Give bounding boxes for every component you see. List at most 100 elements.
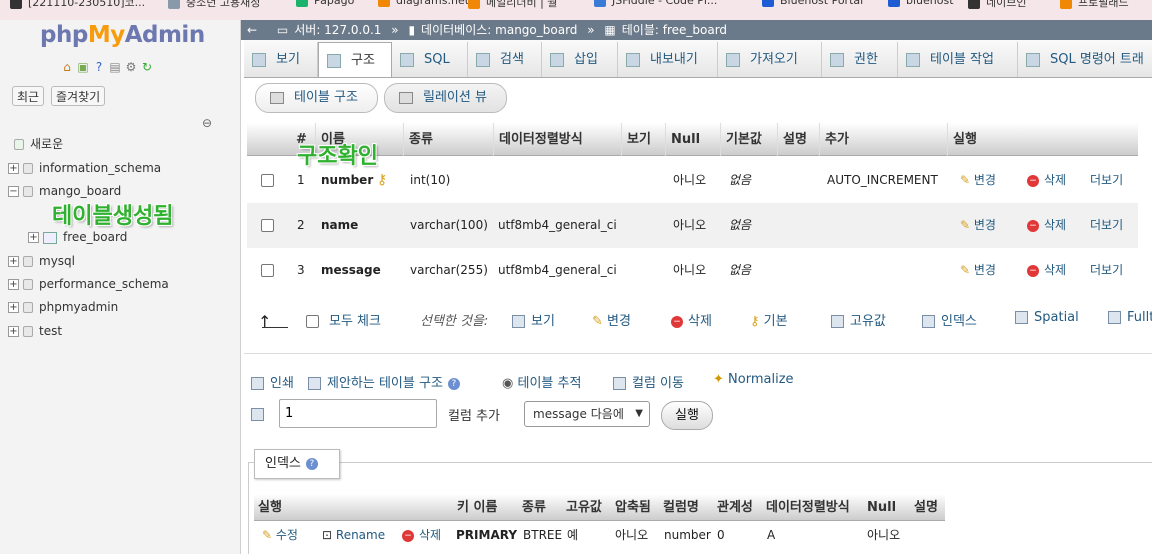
column-count-input[interactable] [279, 399, 437, 428]
delete-button[interactable]: − 삭제 [1027, 158, 1066, 203]
propose-structure-link[interactable]: 제안하는 테이블 구조? [308, 372, 460, 391]
help-icon[interactable]: ? [447, 377, 460, 390]
expand-icon[interactable]: + [8, 302, 19, 313]
print-link[interactable]: 인쇄 [251, 372, 294, 391]
gear-icon[interactable]: ⚙ [124, 60, 138, 74]
expand-icon[interactable]: + [8, 256, 19, 267]
col-header-extra[interactable]: 추가 [820, 123, 948, 156]
row-checkbox[interactable] [261, 248, 274, 293]
tab-export[interactable]: 내보내기 [618, 42, 718, 77]
col-header-type[interactable]: 종류 [404, 123, 494, 156]
expand-icon[interactable]: + [8, 279, 19, 290]
phpmyadmin-logo[interactable]: phpMyAdmin [40, 22, 205, 48]
col-header-comment[interactable]: 설명 [778, 123, 820, 156]
bulk-spatial-button[interactable]: Spatial [1015, 310, 1079, 325]
bookmark-item[interactable]: [221110-230510]코... [10, 0, 145, 10]
bulk-unique-button[interactable]: 고유값 [831, 310, 886, 329]
bookmark-item[interactable]: Bluehost Portal [762, 0, 863, 7]
row-checkbox[interactable] [261, 158, 274, 203]
col-header-collation[interactable]: 데이터정렬방식 [494, 123, 622, 156]
row-checkbox[interactable] [261, 203, 274, 248]
recent-button[interactable]: 최근 [12, 86, 45, 106]
tree-item-phpmyadmin[interactable]: + phpmyadmin [8, 297, 118, 317]
delete-button[interactable]: − 삭제 [1027, 248, 1066, 293]
bulk-primary-button[interactable]: ⚷ 기본 [750, 310, 788, 329]
bulk-index-button[interactable]: 인덱스 [922, 310, 977, 329]
docs-icon[interactable]: ▤ [108, 60, 122, 74]
help-icon[interactable]: ? [305, 457, 318, 470]
tree-item-mysql[interactable]: + mysql [8, 251, 75, 271]
bookmark-label: 중소년 고용재정 [186, 0, 261, 9]
bulk-change-button[interactable]: ✎ 변경 [592, 310, 631, 329]
bulk-fulltext-button[interactable]: Fullt [1108, 310, 1152, 325]
tab-import[interactable]: 가져오기 [718, 42, 822, 77]
bookmark-item[interactable]: 네이브인 [968, 0, 1026, 10]
subtab-relation-view[interactable]: 릴레이션 뷰 [384, 83, 507, 113]
help-icon[interactable]: ? [92, 60, 106, 74]
favorites-button[interactable]: 즐겨찾기 [51, 86, 106, 106]
column-position-select[interactable]: message 다음에 ▼ [524, 401, 650, 427]
tree-item-new[interactable]: 새로운 [14, 134, 63, 154]
logout-icon[interactable]: ▣ [76, 60, 90, 74]
normalize-link[interactable]: ✦ Normalize [713, 372, 794, 387]
breadcrumb-database[interactable]: 데이터베이스: mango_board [421, 23, 577, 37]
check-all-arrow-icon: ↑ [258, 312, 272, 331]
change-button[interactable]: ✎ 변경 [960, 158, 996, 203]
expand-icon[interactable]: + [8, 326, 19, 337]
change-button[interactable]: ✎ 변경 [960, 248, 996, 293]
bookmark-item[interactable]: JSFiddle - Code Pl... [594, 0, 717, 7]
check-all[interactable]: 모두 체크 [306, 310, 381, 329]
index-rename-button[interactable]: ⊡ Rename [322, 521, 385, 549]
tab-sql[interactable]: SQL [392, 42, 468, 77]
arrow-line [262, 327, 288, 328]
breadcrumb-table[interactable]: 테이블: free_board [622, 23, 727, 37]
bookmark-item[interactable]: 중소년 고용재정 [168, 0, 260, 10]
link-icon[interactable]: ⊖ [202, 116, 212, 130]
index-col-comment: 설명 [914, 500, 938, 515]
bulk-delete-button[interactable]: − 삭제 [671, 310, 712, 329]
tab-insert[interactable]: 삽입 [542, 42, 618, 77]
bookmark-item[interactable]: diagrams.net [378, 0, 469, 7]
more-dropdown[interactable]: 더보기 [1090, 248, 1123, 293]
more-dropdown[interactable]: 더보기 [1090, 203, 1123, 248]
change-button[interactable]: ✎ 변경 [960, 203, 996, 248]
index-edit-button[interactable]: ✎ 수정 [262, 521, 298, 549]
bookmark-item[interactable]: 프로필래드 [1060, 0, 1129, 10]
go-button[interactable]: 실행 [661, 401, 713, 430]
tree-item-free-board[interactable]: + free_board [28, 227, 127, 247]
tab-sql-history[interactable]: SQL 명령어 트래 [1018, 42, 1152, 77]
collapse-arrow-icon[interactable]: ← [247, 23, 257, 37]
bulk-browse-button[interactable]: 보기 [512, 310, 555, 329]
expand-icon[interactable]: + [28, 232, 39, 243]
move-columns-icon [613, 377, 626, 390]
expand-icon[interactable]: + [8, 163, 19, 174]
tab-search[interactable]: 검색 [468, 42, 542, 77]
bookmark-item[interactable]: bluehost [888, 0, 954, 7]
col-header-default[interactable]: 기본값 [721, 123, 778, 156]
bookmark-item[interactable]: Papago [296, 0, 354, 7]
more-dropdown[interactable]: 더보기 [1090, 158, 1123, 203]
tab-privileges[interactable]: 권한 [822, 42, 898, 77]
bookmark-item[interactable]: 메일리더비 | 월 [468, 0, 557, 10]
tab-browse[interactable]: 보기 [244, 42, 318, 77]
column-null: 아니오 [673, 218, 707, 232]
breadcrumb-server[interactable]: 서버: 127.0.0.1 [294, 23, 381, 37]
move-columns-link[interactable]: 컬럼 이동 [613, 372, 684, 391]
index-delete-button[interactable]: − 삭제 [402, 521, 441, 549]
col-header-null[interactable]: Null [666, 123, 721, 156]
tab-structure[interactable]: 구조 [318, 42, 392, 77]
delete-button[interactable]: − 삭제 [1027, 203, 1066, 248]
subtab-table-structure[interactable]: 테이블 구조 [255, 83, 378, 113]
tab-operations[interactable]: 테이블 작업 [898, 42, 1018, 77]
reload-icon[interactable]: ↻ [140, 60, 154, 74]
home-icon[interactable]: ⌂ [60, 60, 74, 74]
tree-item-performance-schema[interactable]: + performance_schema [8, 274, 169, 294]
index-col-action: 실행 [258, 500, 282, 515]
track-table-link[interactable]: ◉ 테이블 추적 [502, 372, 581, 391]
index-cardinality: 0 [717, 528, 725, 542]
tree-item-information-schema[interactable]: + information_schema [8, 158, 161, 178]
tree-item-test[interactable]: + test [8, 321, 62, 341]
collapse-icon[interactable]: − [8, 186, 19, 197]
col-header-attributes[interactable]: 보기 [622, 123, 666, 156]
bookmark-label: diagrams.net [396, 0, 470, 7]
